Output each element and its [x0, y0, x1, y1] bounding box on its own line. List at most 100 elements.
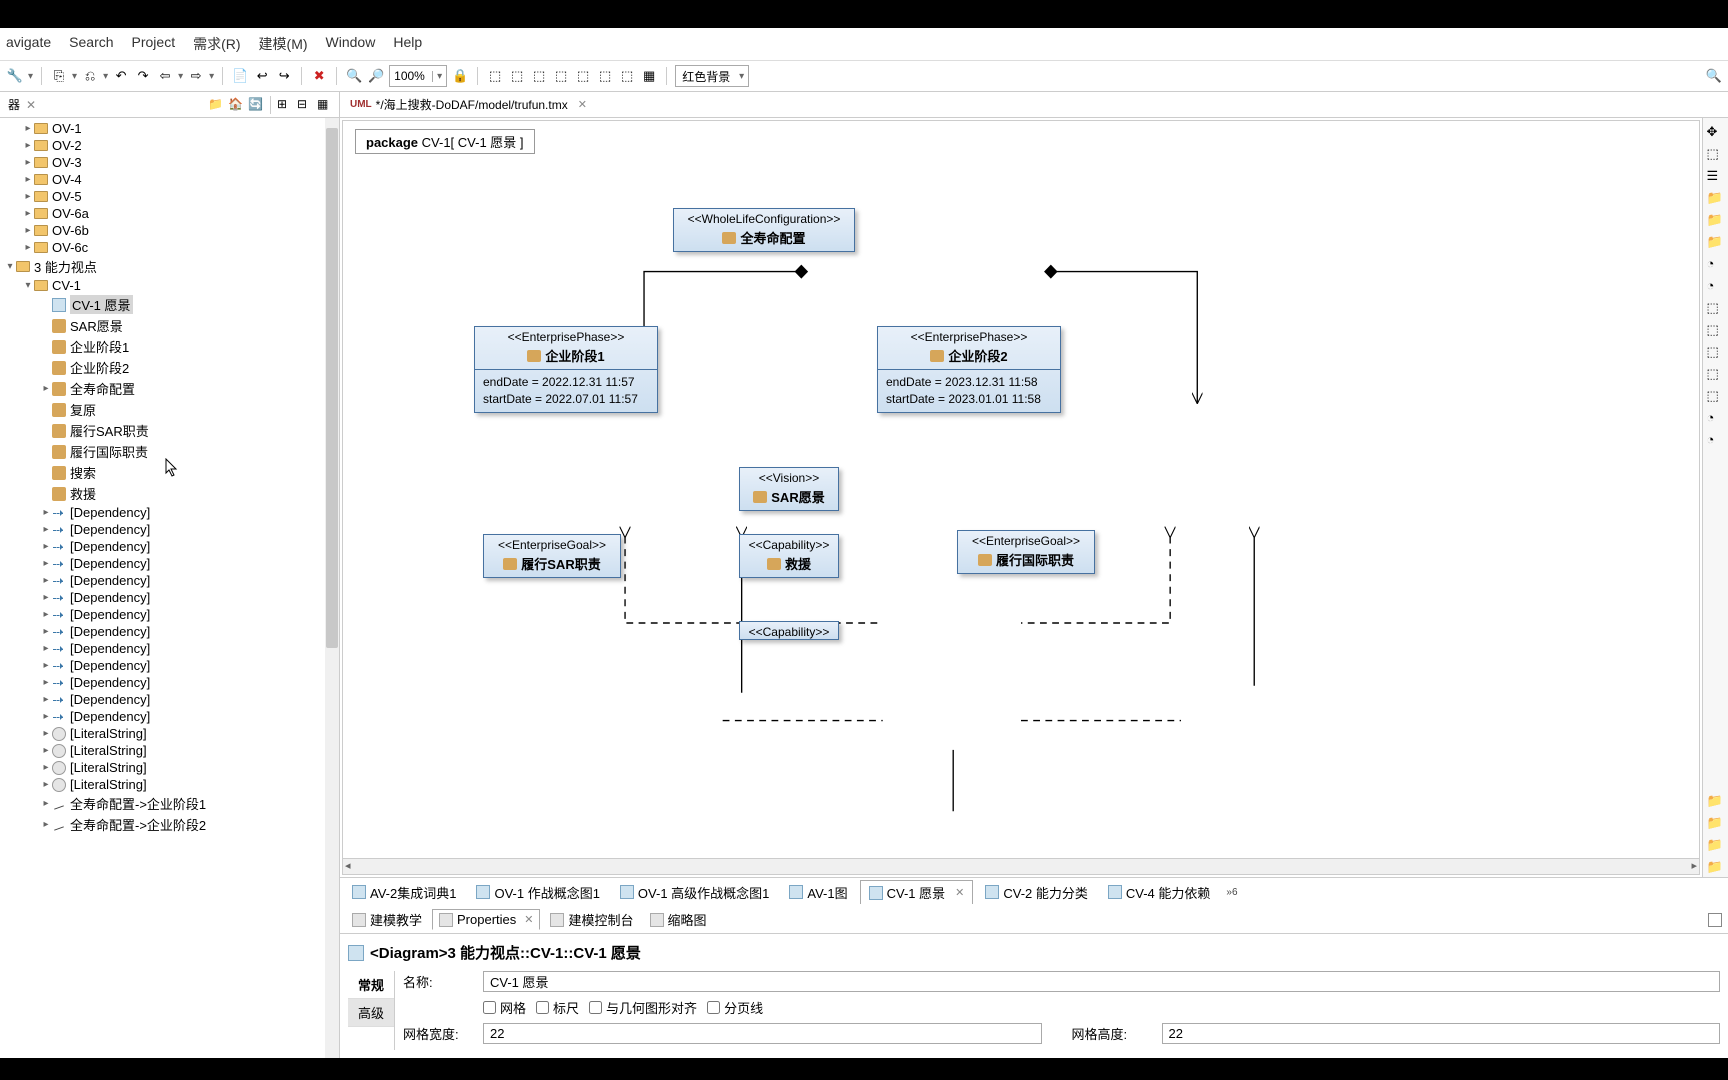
align-icon[interactable]: ⬚: [486, 67, 504, 85]
forward-icon[interactable]: ⇨: [187, 67, 205, 85]
palette-icon[interactable]: ⬚: [1707, 146, 1725, 164]
nav2-icon[interactable]: ⎌: [81, 67, 99, 85]
folder-icon[interactable]: 📁: [1707, 234, 1725, 252]
tree-item[interactable]: ▸OV-6c: [0, 239, 339, 256]
tree-item[interactable]: 救援: [0, 483, 339, 504]
tree-item[interactable]: ▾3 能力视点: [0, 256, 339, 277]
tree-item[interactable]: 复原: [0, 399, 339, 420]
node-vision[interactable]: <<Vision>> SAR愿景: [739, 467, 839, 511]
node-cap2[interactable]: <<Capability>>: [739, 621, 839, 640]
tree-item[interactable]: ▸全寿命配置->企业阶段1: [0, 793, 339, 814]
tree-item[interactable]: ▸全寿命配置->企业阶段2: [0, 814, 339, 835]
palette-icon[interactable]: ⬚: [1707, 366, 1725, 384]
expand-icon[interactable]: ▸: [40, 677, 52, 688]
checkbox[interactable]: [707, 1001, 720, 1014]
zoom-out-icon[interactable]: 🔎: [367, 67, 385, 85]
name-field[interactable]: [483, 971, 1720, 992]
expand-icon[interactable]: ▸: [40, 383, 52, 394]
expand-icon[interactable]: ▸: [40, 728, 52, 739]
expand-icon[interactable]: ▸: [22, 140, 34, 151]
more-tabs[interactable]: »6: [1226, 887, 1237, 898]
tree-item[interactable]: ▸[LiteralString]: [0, 776, 339, 793]
close-icon[interactable]: ✕: [524, 913, 533, 926]
palette-icon[interactable]: ⬚: [1707, 344, 1725, 362]
tree-item[interactable]: ▸OV-3: [0, 154, 339, 171]
tree-item[interactable]: ▸[LiteralString]: [0, 759, 339, 776]
editor-tab[interactable]: UML */海上搜救-DoDAF/model/trufun.tmx ✕: [344, 94, 593, 115]
prop-tab[interactable]: 建模控制台: [544, 908, 639, 931]
side-tab[interactable]: 高级: [348, 999, 394, 1027]
tree-item[interactable]: ▸[Dependency]: [0, 589, 339, 606]
prop-tab[interactable]: 缩略图: [644, 908, 713, 931]
tree-item[interactable]: ▸[Dependency]: [0, 538, 339, 555]
checkbox[interactable]: [589, 1001, 602, 1014]
expand-icon[interactable]: ▸: [40, 711, 52, 722]
expand-icon[interactable]: ▸: [22, 208, 34, 219]
folder-icon[interactable]: 📁: [1707, 793, 1725, 811]
tree-item[interactable]: ▸OV-6b: [0, 222, 339, 239]
grid-icon[interactable]: ▦: [640, 67, 658, 85]
expand-icon[interactable]: ▸: [40, 745, 52, 756]
diagram-tab[interactable]: OV-1 作战概念图1: [468, 881, 607, 904]
tree-item[interactable]: ▸[LiteralString]: [0, 725, 339, 742]
expand-icon[interactable]: ▸: [40, 694, 52, 705]
expand-icon[interactable]: ▸: [22, 191, 34, 202]
diagram-canvas[interactable]: package CV-1[ CV-1 愿景 ]: [342, 120, 1700, 875]
tree-item[interactable]: SAR愿景: [0, 315, 339, 336]
tree-item[interactable]: ▸OV-5: [0, 188, 339, 205]
expand-icon[interactable]: ▸: [40, 643, 52, 654]
close-icon[interactable]: ✕: [26, 98, 36, 112]
align7-icon[interactable]: ⬚: [618, 67, 636, 85]
expand-icon[interactable]: ▸: [40, 762, 52, 773]
zoom-in-icon[interactable]: 🔍: [345, 67, 363, 85]
zoom-input[interactable]: [390, 69, 432, 83]
tree-item[interactable]: 企业阶段2: [0, 357, 339, 378]
expand-icon[interactable]: ▸: [22, 174, 34, 185]
refresh-icon[interactable]: 🔄: [248, 97, 264, 113]
redo-icon[interactable]: ↷: [134, 67, 152, 85]
tree-item[interactable]: ▸[Dependency]: [0, 555, 339, 572]
align6-icon[interactable]: ⬚: [596, 67, 614, 85]
wrench-icon[interactable]: 🔧: [6, 67, 24, 85]
tree-item[interactable]: ▸[Dependency]: [0, 606, 339, 623]
expand-icon[interactable]: ▸: [40, 660, 52, 671]
expand-icon[interactable]: ▸: [22, 157, 34, 168]
palette-icon[interactable]: ✥: [1707, 124, 1725, 142]
tree-item[interactable]: 企业阶段1: [0, 336, 339, 357]
expand-icon[interactable]: ▸: [40, 575, 52, 586]
export-icon[interactable]: 📄: [231, 67, 249, 85]
node-phase1[interactable]: <<EnterprisePhase>> 企业阶段1 endDate = 2022…: [474, 326, 658, 413]
tree-item[interactable]: ▾CV-1: [0, 277, 339, 294]
side-tab[interactable]: 常规: [348, 971, 394, 999]
project-tree[interactable]: ▸OV-1▸OV-2▸OV-3▸OV-4▸OV-5▸OV-6a▸OV-6b▸OV…: [0, 118, 339, 1058]
arrow-right-icon[interactable]: ↪: [275, 67, 293, 85]
expand-icon[interactable]: ▸: [40, 558, 52, 569]
node-goal1[interactable]: <<EnterpriseGoal>> 履行SAR职责: [483, 534, 621, 578]
node-wholelifeconfig[interactable]: <<WholeLifeConfiguration>> 全寿命配置: [673, 208, 855, 252]
expand-icon[interactable]: ▸: [40, 626, 52, 637]
expand-icon[interactable]: ▸: [40, 779, 52, 790]
tree-item[interactable]: ▸[Dependency]: [0, 657, 339, 674]
expand-icon[interactable]: ▸: [40, 507, 52, 518]
scrollbar[interactable]: [325, 118, 339, 1058]
align3-icon[interactable]: ⬚: [530, 67, 548, 85]
expand-icon[interactable]: ▸: [40, 609, 52, 620]
undo-icon[interactable]: ↶: [112, 67, 130, 85]
close-icon[interactable]: ✕: [955, 886, 964, 899]
collapse-icon[interactable]: ⊟: [297, 97, 313, 113]
tree-item[interactable]: ▸[Dependency]: [0, 674, 339, 691]
folder-icon[interactable]: 📁: [1707, 212, 1725, 230]
lock-icon[interactable]: 🔒: [451, 67, 469, 85]
close-icon[interactable]: ✕: [578, 98, 587, 111]
tree-item[interactable]: ▸OV-6a: [0, 205, 339, 222]
grid-height-field[interactable]: [1162, 1023, 1721, 1044]
tree-item[interactable]: ▸[Dependency]: [0, 623, 339, 640]
diagram-tab[interactable]: CV-2 能力分类: [977, 881, 1096, 904]
node-goal2[interactable]: <<EnterpriseGoal>> 履行国际职责: [957, 530, 1095, 574]
menu-item[interactable]: Project: [132, 34, 176, 54]
prop-tab[interactable]: Properties✕: [432, 909, 540, 930]
search-icon[interactable]: 🔍: [1706, 68, 1722, 84]
delete-icon[interactable]: ✖: [310, 67, 328, 85]
tree-item[interactable]: ▸[Dependency]: [0, 640, 339, 657]
home-icon[interactable]: 🏠: [228, 97, 244, 113]
